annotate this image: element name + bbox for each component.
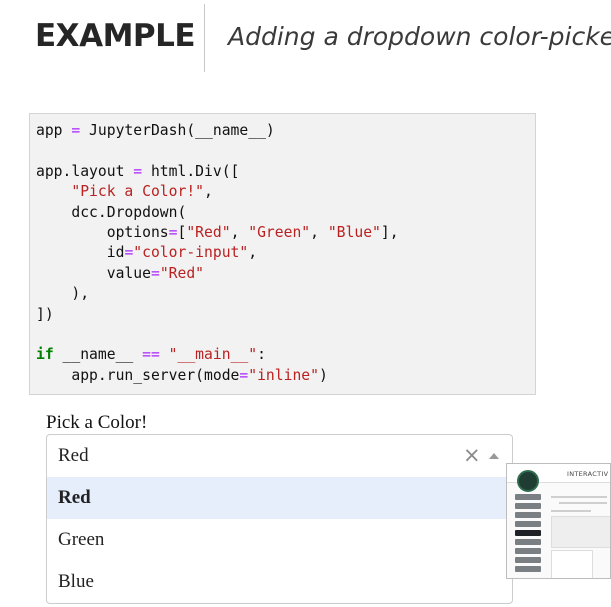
header-subtitle: Adding a dropdown color-picker xyxy=(228,22,611,51)
header-title: EXAMPLE xyxy=(35,18,196,54)
dropdown-option-red[interactable]: Red xyxy=(47,477,512,519)
thumbnail-heading: INTERACTIV xyxy=(567,470,609,478)
code-line-12: if __name__ == "__main__": xyxy=(36,346,266,364)
thumbnail-sidebar xyxy=(515,494,541,578)
thumbnail-text-line xyxy=(551,496,607,498)
arrow-up-icon[interactable] xyxy=(489,453,499,459)
header-divider xyxy=(204,4,205,72)
color-label: Pick a Color! xyxy=(46,412,148,433)
code-line-7: id="color-input", xyxy=(106,244,258,262)
thumbnail-text-line xyxy=(551,510,591,512)
logo-icon xyxy=(517,470,539,492)
thumbnail-menu xyxy=(551,550,593,578)
thumbnail-code xyxy=(551,516,610,548)
preview-thumbnail: INTERACTIV xyxy=(506,463,611,579)
code-line-3: app.layout = html.Div([ xyxy=(36,162,240,180)
dropdown-selected-value: Red xyxy=(58,445,89,466)
code-line-4: "Pick a Color!", xyxy=(71,183,213,201)
dropdown-option-green[interactable]: Green xyxy=(47,519,512,561)
dropdown-control[interactable]: Red × xyxy=(47,435,512,478)
code-line-1: app = JupyterDash(__name__) xyxy=(36,122,275,139)
code-line-13: app.run_server(mode="inline") xyxy=(71,366,328,384)
code-line-8: value="Red" xyxy=(106,264,205,282)
dropdown-option-blue[interactable]: Blue xyxy=(47,561,512,603)
code-line-9: ), xyxy=(71,285,90,303)
code-block: app = JupyterDash(__name__) app.layout =… xyxy=(29,113,536,395)
color-dropdown[interactable]: Red × Red Green Blue xyxy=(46,434,513,604)
clear-icon[interactable]: × xyxy=(463,443,481,467)
code-line-6: options=["Red", "Green", "Blue"], xyxy=(106,224,399,242)
thumbnail-text-line xyxy=(559,502,607,504)
code-line-5: dcc.Dropdown( xyxy=(71,203,187,221)
code-line-10: ]) xyxy=(36,305,54,323)
